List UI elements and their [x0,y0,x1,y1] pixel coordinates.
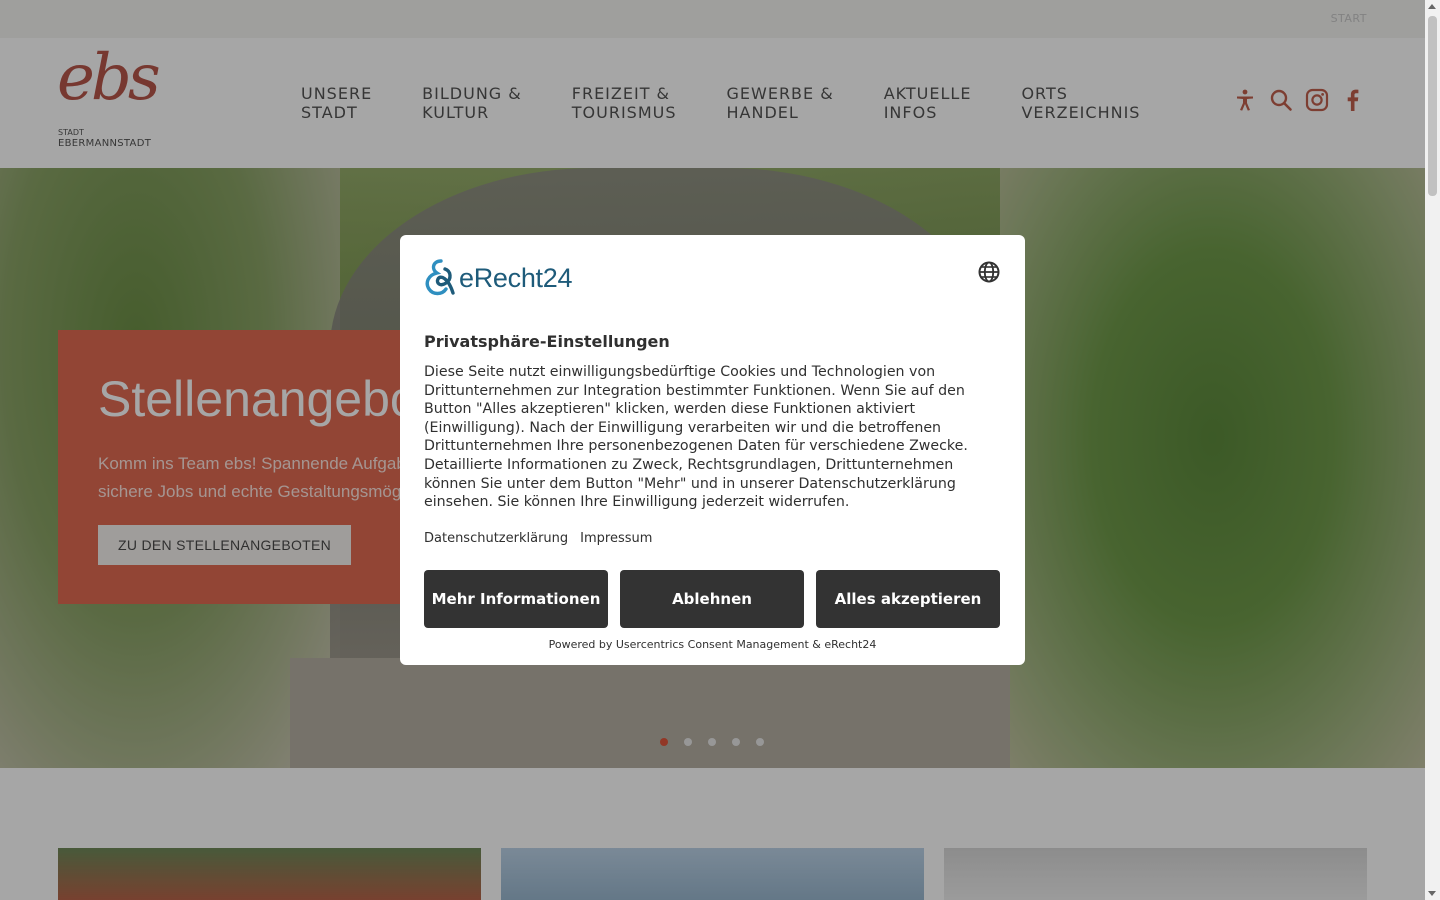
erecht24-mark-icon [425,259,455,296]
imprint-link[interactable]: Impressum [580,531,652,546]
consent-buttons: Mehr Informationen Ablehnen Alles akzept… [424,570,1000,628]
powered-by-text: Powered by Usercentrics Consent Manageme… [548,638,877,651]
accept-all-button[interactable]: Alles akzeptieren [816,570,1000,628]
scroll-thumb[interactable] [1428,16,1437,196]
consent-description: Diese Seite nutzt einwilligungsbedürftig… [424,364,968,511]
consent-dialog: eRecht24 Privatsphäre-Einstellungen Dies… [400,235,1025,665]
scroll-up-arrow-icon[interactable] [1428,4,1436,9]
erecht24-wordmark: eRecht24 [459,262,573,293]
more-info-button[interactable]: Mehr Informationen [424,570,608,628]
privacy-policy-link[interactable]: Datenschutzerklärung [424,531,568,546]
language-globe-icon[interactable] [977,260,1001,284]
page-scrollbar[interactable] [1425,0,1440,900]
scroll-down-arrow-icon[interactable] [1428,891,1436,896]
erecht24-logo: eRecht24 [424,259,572,297]
consent-title: Privatsphäre-Einstellungen [424,332,670,351]
consent-links: Datenschutzerklärung Impressum [424,531,652,546]
decline-button[interactable]: Ablehnen [620,570,804,628]
